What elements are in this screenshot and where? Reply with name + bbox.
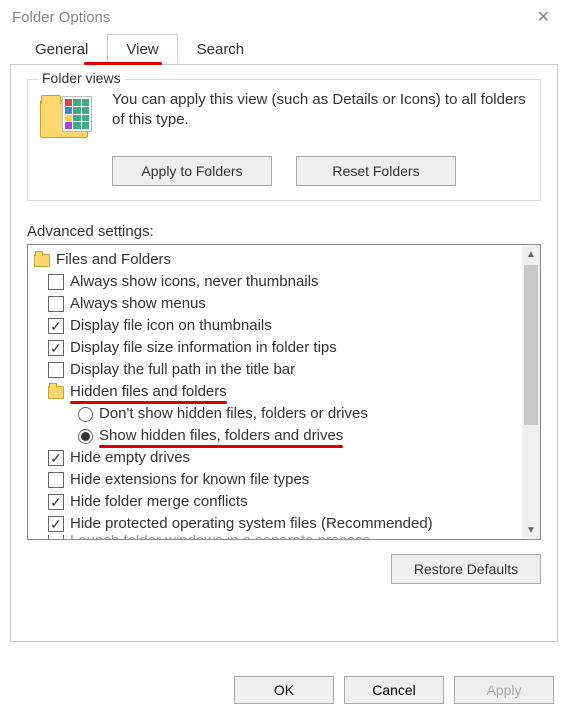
tab-general[interactable]: General: [16, 34, 107, 64]
tree-item[interactable]: Display file size information in folder …: [48, 337, 536, 359]
checkbox-icon[interactable]: [48, 340, 64, 356]
tree-item[interactable]: Hide protected operating system files (R…: [48, 513, 536, 535]
tree-item[interactable]: Display the full path in the title bar: [48, 359, 536, 381]
dialog-buttons: OK Cancel Apply: [234, 676, 554, 704]
checkbox-icon[interactable]: [48, 362, 64, 378]
scroll-thumb[interactable]: [524, 265, 538, 425]
checkbox-icon[interactable]: [48, 274, 64, 290]
folder-options-window: Folder Options ✕ General View Search Fol…: [0, 0, 568, 720]
tree-item-cut[interactable]: Launch folder windows in a separate proc…: [48, 535, 536, 540]
advanced-settings-label: Advanced settings:: [27, 223, 541, 240]
checkbox-icon[interactable]: [48, 318, 64, 334]
folder-views-group: Folder views You can apply this view (su…: [27, 79, 541, 201]
cancel-button[interactable]: Cancel: [344, 676, 444, 704]
folder-icon: [40, 94, 96, 142]
folder-icon-small: [34, 254, 50, 267]
folder-views-row: You can apply this view (such as Details…: [40, 90, 528, 142]
scrollbar[interactable]: ▲ ▼: [522, 245, 540, 539]
radio-item[interactable]: Don't show hidden files, folders or driv…: [78, 403, 536, 425]
checkbox-icon[interactable]: [48, 516, 64, 532]
checkbox-icon[interactable]: [48, 450, 64, 466]
apply-button[interactable]: Apply: [454, 676, 554, 704]
files-and-folders-node[interactable]: Files and Folders: [34, 249, 536, 271]
radio-item[interactable]: Show hidden files, folders and drives: [78, 425, 536, 447]
hidden-files-label: Hidden files and folders: [70, 381, 227, 403]
files-folders-label: Files and Folders: [56, 249, 171, 271]
tab-view[interactable]: View: [107, 34, 177, 64]
tree-item[interactable]: Display file icon on thumbnails: [48, 315, 536, 337]
checkbox-icon[interactable]: [48, 472, 64, 488]
tree-item[interactable]: Always show icons, never thumbnails: [48, 271, 536, 293]
hidden-files-node[interactable]: Hidden files and folders: [48, 381, 536, 403]
ok-button[interactable]: OK: [234, 676, 334, 704]
radio-icon[interactable]: [78, 407, 93, 422]
checkbox-icon[interactable]: [48, 535, 64, 540]
tabs: General View Search: [0, 34, 568, 64]
scroll-down-icon[interactable]: ▼: [522, 521, 540, 539]
radio-icon[interactable]: [78, 429, 93, 444]
advanced-settings-tree[interactable]: Files and Folders Always show icons, nev…: [27, 244, 541, 540]
window-title: Folder Options: [12, 9, 110, 26]
tab-search[interactable]: Search: [178, 34, 264, 64]
tree-content: Files and Folders Always show icons, nev…: [34, 249, 536, 540]
view-panel: Folder views You can apply this view (su…: [10, 64, 558, 642]
tree-item[interactable]: Hide empty drives: [48, 447, 536, 469]
folder-views-description: You can apply this view (such as Details…: [112, 90, 528, 131]
restore-row: Restore Defaults: [27, 554, 541, 584]
folder-views-legend: Folder views: [38, 70, 125, 86]
annotation-underline-view-tab: [84, 62, 162, 65]
tree-item[interactable]: Hide folder merge conflicts: [48, 491, 536, 513]
folder-icon-small: [48, 386, 64, 399]
tree-item[interactable]: Always show menus: [48, 293, 536, 315]
scroll-up-icon[interactable]: ▲: [522, 245, 540, 263]
tree-item[interactable]: Hide extensions for known file types: [48, 469, 536, 491]
apply-to-folders-button[interactable]: Apply to Folders: [112, 156, 272, 186]
titlebar: Folder Options ✕: [0, 0, 568, 34]
folder-views-buttons: Apply to Folders Reset Folders: [112, 156, 528, 186]
restore-defaults-button[interactable]: Restore Defaults: [391, 554, 541, 584]
checkbox-icon[interactable]: [48, 494, 64, 510]
checkbox-icon[interactable]: [48, 296, 64, 312]
reset-folders-button[interactable]: Reset Folders: [296, 156, 456, 186]
close-icon[interactable]: ✕: [527, 3, 560, 31]
